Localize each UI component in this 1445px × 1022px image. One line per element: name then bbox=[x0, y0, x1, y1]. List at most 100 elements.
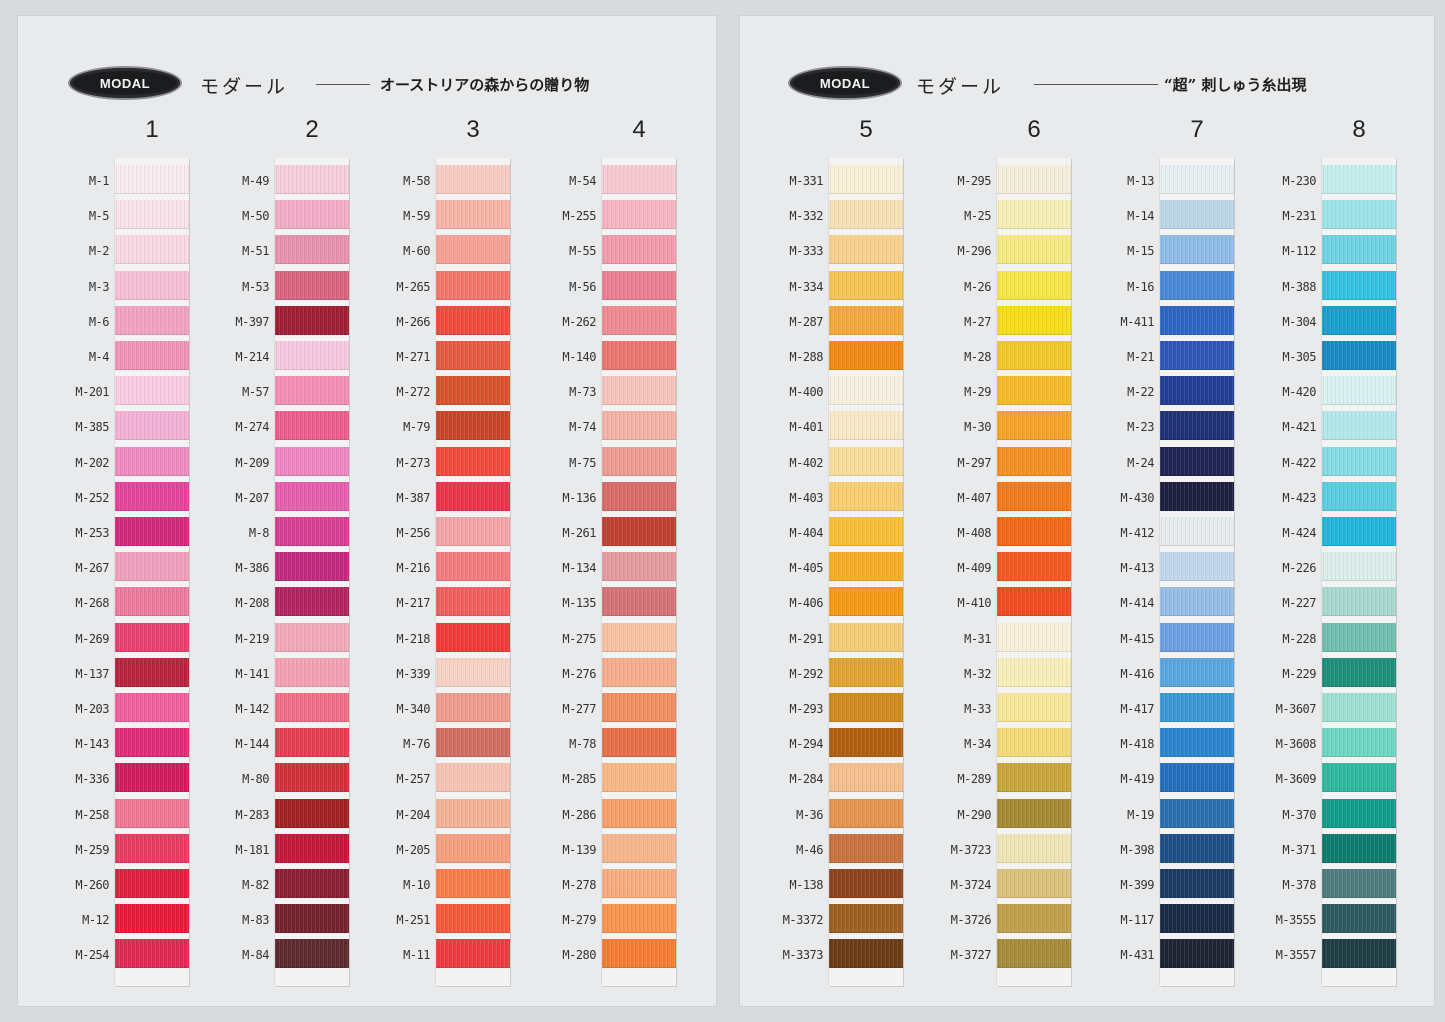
thread-swatch bbox=[997, 904, 1071, 934]
thread-swatch bbox=[275, 305, 349, 335]
thread-swatch bbox=[1160, 376, 1234, 406]
thread-swatch bbox=[1322, 376, 1396, 406]
brand-name: モダール bbox=[200, 76, 289, 98]
thread-swatch bbox=[602, 728, 676, 758]
thread-code: M-267 bbox=[75, 561, 109, 576]
thread-code: M-422 bbox=[1282, 455, 1316, 470]
thread-swatch bbox=[115, 552, 189, 582]
thread-swatch bbox=[1322, 200, 1396, 230]
thread-swatch bbox=[829, 376, 903, 406]
thread-swatch bbox=[275, 763, 349, 793]
thread-swatch bbox=[602, 165, 676, 194]
thread-code: M-181 bbox=[235, 842, 269, 857]
thread-code: M-29 bbox=[964, 385, 991, 400]
thread-code: M-290 bbox=[957, 807, 991, 822]
thread-code: M-11 bbox=[403, 948, 430, 963]
thread-code: M-295 bbox=[957, 174, 991, 188]
thread-code: M-286 bbox=[562, 807, 596, 822]
thread-code: M-398 bbox=[1120, 842, 1154, 857]
thread-swatch bbox=[436, 728, 510, 758]
modal-logo: MODAL bbox=[70, 68, 180, 98]
thread-swatch bbox=[997, 411, 1071, 441]
thread-swatch bbox=[115, 200, 189, 230]
thread-code: M-141 bbox=[235, 666, 269, 681]
thread-swatch bbox=[115, 904, 189, 934]
thread-code: M-31 bbox=[964, 631, 991, 646]
thread-code: M-228 bbox=[1282, 631, 1316, 646]
thread-code: M-57 bbox=[242, 385, 269, 400]
thread-code: M-143 bbox=[75, 737, 109, 752]
thread-swatch bbox=[115, 657, 189, 687]
thread-swatch bbox=[997, 517, 1071, 546]
thread-swatch bbox=[1322, 305, 1396, 335]
column-number: 7 bbox=[1190, 116, 1204, 143]
brand-name: モダール bbox=[916, 76, 1005, 98]
thread-swatch bbox=[1322, 587, 1396, 617]
thread-code: M-271 bbox=[396, 350, 430, 364]
thread-swatch bbox=[1160, 763, 1234, 793]
thread-code: M-55 bbox=[569, 244, 596, 259]
thread-swatch bbox=[115, 235, 189, 265]
thread-code: M-273 bbox=[396, 455, 430, 470]
color-card-left: MODAL モダール オーストリアの森からの贈り物 1 M-1 M-5 M-2 M-3 M… bbox=[18, 16, 716, 1006]
thread-swatch bbox=[829, 481, 903, 511]
thread-code: M-251 bbox=[396, 913, 430, 928]
thread-code: M-217 bbox=[396, 596, 430, 611]
thread-swatch bbox=[436, 869, 510, 898]
thread-swatch bbox=[436, 341, 510, 370]
thread-swatch bbox=[997, 869, 1071, 898]
thread-swatch bbox=[1160, 481, 1234, 511]
thread-swatch bbox=[997, 622, 1071, 652]
thread-swatch bbox=[1322, 411, 1396, 441]
thread-code: M-332 bbox=[789, 209, 823, 224]
thread-code: M-229 bbox=[1282, 666, 1316, 681]
thread-code: M-3 bbox=[88, 279, 110, 294]
thread-code: M-293 bbox=[789, 702, 823, 716]
thread-code: M-413 bbox=[1120, 561, 1154, 576]
thread-swatch bbox=[1322, 869, 1396, 898]
thread-swatch bbox=[1160, 939, 1234, 969]
thread-swatch bbox=[602, 904, 676, 934]
thread-swatch bbox=[115, 165, 189, 194]
thread-swatch bbox=[275, 587, 349, 617]
thread-swatch bbox=[115, 305, 189, 335]
thread-code: M-112 bbox=[1282, 244, 1316, 259]
thread-code: M-408 bbox=[957, 526, 991, 540]
thread-code: M-46 bbox=[796, 842, 823, 857]
thread-code: M-19 bbox=[1127, 807, 1154, 822]
thread-code: M-268 bbox=[75, 596, 109, 611]
thread-code: M-259 bbox=[75, 842, 109, 857]
thread-code: M-30 bbox=[964, 420, 991, 435]
thread-swatch bbox=[829, 763, 903, 793]
tagline: オーストリアの森からの贈り物 bbox=[380, 76, 590, 94]
thread-code: M-134 bbox=[562, 561, 596, 576]
header-divider bbox=[316, 84, 370, 85]
thread-code: M-278 bbox=[562, 878, 596, 892]
thread-code: M-3373 bbox=[782, 948, 824, 963]
thread-code: M-423 bbox=[1282, 490, 1316, 505]
thread-code: M-3724 bbox=[950, 878, 992, 892]
thread-swatch bbox=[602, 869, 676, 898]
thread-code: M-6 bbox=[88, 314, 110, 329]
thread-swatch bbox=[1322, 904, 1396, 934]
thread-code: M-56 bbox=[569, 279, 596, 294]
thread-code: M-397 bbox=[235, 314, 269, 329]
thread-swatch bbox=[436, 165, 510, 194]
thread-swatch bbox=[602, 270, 676, 300]
thread-code: M-3372 bbox=[782, 913, 824, 928]
thread-swatch bbox=[436, 833, 510, 863]
thread-code: M-333 bbox=[789, 244, 823, 259]
thread-swatch bbox=[275, 657, 349, 687]
thread-swatch bbox=[1322, 552, 1396, 582]
thread-swatch bbox=[436, 587, 510, 617]
thread-swatch bbox=[1160, 517, 1234, 546]
thread-code: M-262 bbox=[562, 314, 596, 329]
thread-swatch bbox=[436, 693, 510, 722]
thread-swatch bbox=[602, 446, 676, 476]
thread-swatch bbox=[436, 481, 510, 511]
thread-code: M-370 bbox=[1282, 807, 1316, 822]
thread-code: M-431 bbox=[1120, 948, 1154, 963]
thread-code: M-60 bbox=[403, 244, 430, 259]
thread-code: M-83 bbox=[242, 913, 269, 928]
thread-swatch bbox=[997, 728, 1071, 758]
